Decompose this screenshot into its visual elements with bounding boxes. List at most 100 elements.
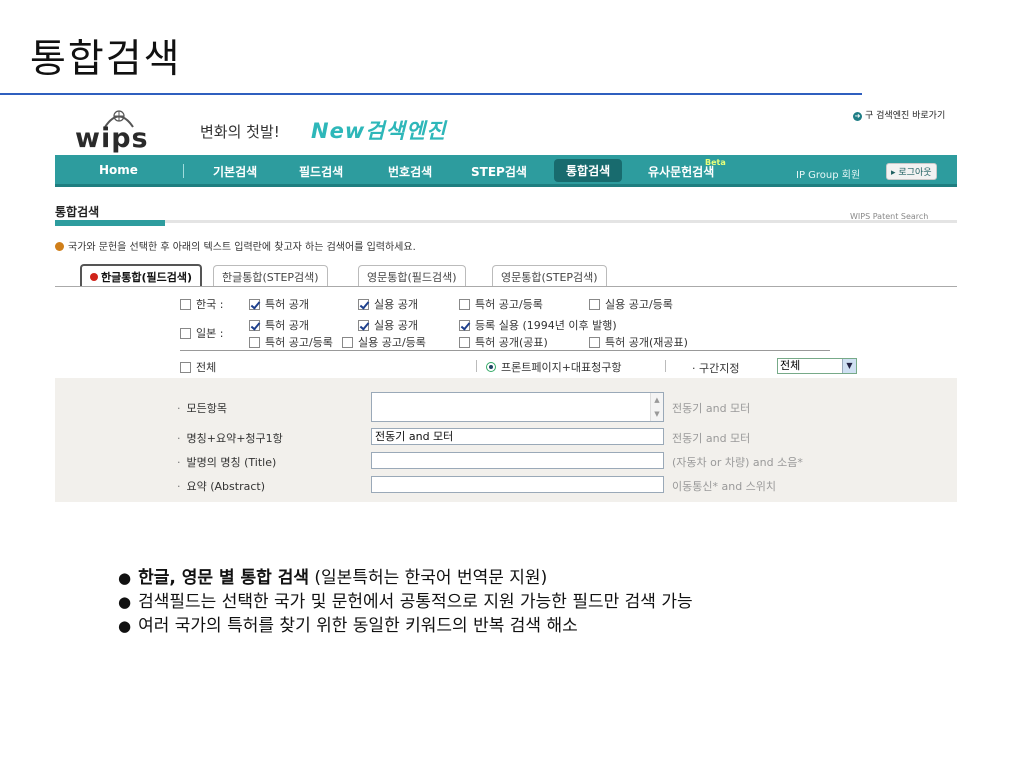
info-bullet-icon <box>55 242 64 251</box>
checkbox[interactable] <box>342 337 353 348</box>
instruction-text: 국가와 문헌을 선택한 후 아래의 텍스트 입력란에 찾고자 하는 검색어를 입… <box>68 242 416 253</box>
front-page-label: 프론트페이지+대표청구항 <box>501 361 622 374</box>
slide-title: 통합검색 <box>30 37 182 82</box>
checkbox[interactable] <box>459 320 470 331</box>
checkbox[interactable] <box>249 320 260 331</box>
field-input-title[interactable] <box>371 452 664 469</box>
field-hint-title: (자동차 or 차량) and 소음* <box>672 456 803 469</box>
range-label-text: 구간지정 <box>699 362 740 375</box>
row-divider <box>180 350 830 351</box>
option-label: 특허 공개(공표) <box>475 336 548 349</box>
slogan: 변화의 첫발! <box>200 123 280 141</box>
option-label: 특허 공개 <box>265 319 309 332</box>
nav-basic-search[interactable]: 기본검색 <box>213 163 257 180</box>
instruction: 국가와 문헌을 선택한 후 아래의 텍스트 입력란에 찾고자 하는 검색어를 입… <box>55 238 416 253</box>
vertical-divider <box>476 360 477 372</box>
kr-utility-pub[interactable]: 실용 공개 <box>358 296 418 312</box>
ip-group-label: IP Group 회원 <box>796 170 861 181</box>
field-label-title-abstract-claim: 명칭+요약+청구1항 <box>177 430 283 446</box>
logout-label: 로그아웃 <box>898 168 932 178</box>
field-input-title-abstract-claim[interactable]: 전동기 and 모터 <box>371 428 664 445</box>
range-select[interactable]: 전체 ▼ <box>777 358 857 374</box>
field-hint-abstract: 이동통신* and 스위치 <box>672 480 777 493</box>
slogan-new-engine: New검색엔진 <box>311 119 447 143</box>
jp-reg-utility[interactable]: 등록 실용 (1994년 이후 발행) <box>459 317 617 333</box>
section-bar-accent <box>55 220 165 226</box>
nav-home[interactable]: Home <box>99 163 138 177</box>
option-label: 특허 공개(재공표) <box>605 336 688 349</box>
front-page-option[interactable]: 프론트페이지+대표청구항 <box>486 359 622 375</box>
bullet-bold: 한글, 영문 별 통합 검색 <box>138 568 309 588</box>
field-label-title: 발명의 명칭 (Title) <box>177 454 277 470</box>
jp-patent-pub-saikohyo[interactable]: 특허 공개(재공표) <box>589 334 688 350</box>
kr-utility-reg[interactable]: 실용 공고/등록 <box>589 296 673 312</box>
nav-field-search[interactable]: 필드검색 <box>299 163 343 180</box>
all-checkbox[interactable] <box>180 362 191 373</box>
checkbox[interactable] <box>589 337 600 348</box>
jp-patent-pub-kohyo[interactable]: 특허 공개(공표) <box>459 334 548 350</box>
old-engine-label: 구 검색엔진 바로가기 <box>865 111 946 121</box>
bullet-text: (일본특허는 한국어 번역문 지원) <box>309 568 548 588</box>
option-label: 실용 공고/등록 <box>605 298 673 311</box>
section-title: 통합검색 <box>55 205 100 219</box>
chevron-down-icon[interactable]: ▼ <box>842 359 856 373</box>
korea-label-text: 한국 : <box>196 298 224 311</box>
nav-similar-search[interactable]: 유사문헌검색 <box>648 163 714 180</box>
arrow-right-icon: ➜ <box>853 112 862 121</box>
old-engine-link[interactable]: ➜ 구 검색엔진 바로가기 <box>853 108 945 121</box>
japan-label[interactable]: 일본 : <box>180 325 223 341</box>
checkbox[interactable] <box>358 320 369 331</box>
field-input-all[interactable]: ▲ ▼ <box>371 392 664 422</box>
tab-korean-field[interactable]: 한글통합(필드검색) <box>80 264 203 287</box>
vertical-divider <box>665 360 666 372</box>
nav-step-search[interactable]: STEP검색 <box>471 163 527 180</box>
option-label: 실용 공고/등록 <box>358 336 426 349</box>
kr-patent-pub[interactable]: 특허 공개 <box>249 296 309 312</box>
nav-number-search[interactable]: 번호검색 <box>388 163 432 180</box>
field-hint-title-abstract-claim: 전동기 and 모터 <box>672 432 751 445</box>
scrollbar[interactable]: ▲ ▼ <box>650 393 663 421</box>
tab-english-step[interactable]: 영문통합(STEP검색) <box>492 265 607 286</box>
checkbox[interactable] <box>249 299 260 310</box>
korea-label[interactable]: 한국 : <box>180 296 223 312</box>
jp-utility-reg[interactable]: 실용 공고/등록 <box>342 334 426 350</box>
wips-logo[interactable]: wips <box>75 110 165 154</box>
nav-separator <box>183 164 184 178</box>
section-bar <box>55 220 957 223</box>
jp-utility-pub[interactable]: 실용 공개 <box>358 317 418 333</box>
screenshot-panel: wips 변화의 첫발! New검색엔진 ➜ 구 검색엔진 바로가기 Home 기… <box>55 102 957 502</box>
option-label: 등록 실용 (1994년 이후 발행) <box>475 319 617 332</box>
japan-checkbox[interactable] <box>180 328 191 339</box>
option-label: 실용 공개 <box>374 298 418 311</box>
korea-checkbox[interactable] <box>180 299 191 310</box>
checkbox[interactable] <box>358 299 369 310</box>
title-rule <box>0 93 862 95</box>
nav-integrated-search[interactable]: 통합검색 <box>554 159 623 182</box>
slide-bullets: 한글, 영문 별 통합 검색 (일본특허는 한국어 번역문 지원) 검색필드는 … <box>118 566 693 638</box>
checkbox[interactable] <box>459 337 470 348</box>
tab-english-field[interactable]: 영문통합(필드검색) <box>358 265 466 286</box>
arrow-circle-icon <box>90 273 98 281</box>
kr-patent-reg[interactable]: 특허 공고/등록 <box>459 296 543 312</box>
front-page-radio[interactable] <box>486 362 496 372</box>
tab-korean-step[interactable]: 한글통합(STEP검색) <box>213 265 328 286</box>
checkbox[interactable] <box>589 299 600 310</box>
tab-label: 한글통합(필드검색) <box>101 271 193 284</box>
bullet-text: 여러 국가의 특허를 찾기 위한 동일한 키워드의 반복 검색 해소 <box>138 616 578 636</box>
all-option[interactable]: 전체 <box>180 359 216 375</box>
main-nav: Home 기본검색 필드검색 번호검색 STEP검색 통합검색 Beta 유사문… <box>55 155 957 187</box>
logout-button[interactable]: ▸ 로그아웃 <box>886 163 937 180</box>
option-label: 특허 공고/등록 <box>265 336 333 349</box>
jp-patent-reg[interactable]: 특허 공고/등록 <box>249 334 333 350</box>
range-label: · 구간지정 <box>692 362 740 375</box>
checkbox[interactable] <box>459 299 470 310</box>
japan-label-text: 일본 : <box>196 327 224 340</box>
field-label-abstract: 요약 (Abstract) <box>177 478 266 494</box>
jp-patent-pub[interactable]: 특허 공개 <box>249 317 309 333</box>
checkbox[interactable] <box>249 337 260 348</box>
field-input-abstract[interactable] <box>371 476 664 493</box>
bullet-item: 검색필드는 선택한 국가 및 문헌에서 공통적으로 지원 가능한 필드만 검색 … <box>118 590 693 614</box>
all-label: 전체 <box>196 361 217 374</box>
bullet-item: 한글, 영문 별 통합 검색 (일본특허는 한국어 번역문 지원) <box>118 566 693 590</box>
bullet-text: 검색필드는 선택한 국가 및 문헌에서 공통적으로 지원 가능한 필드만 검색 … <box>138 592 693 612</box>
